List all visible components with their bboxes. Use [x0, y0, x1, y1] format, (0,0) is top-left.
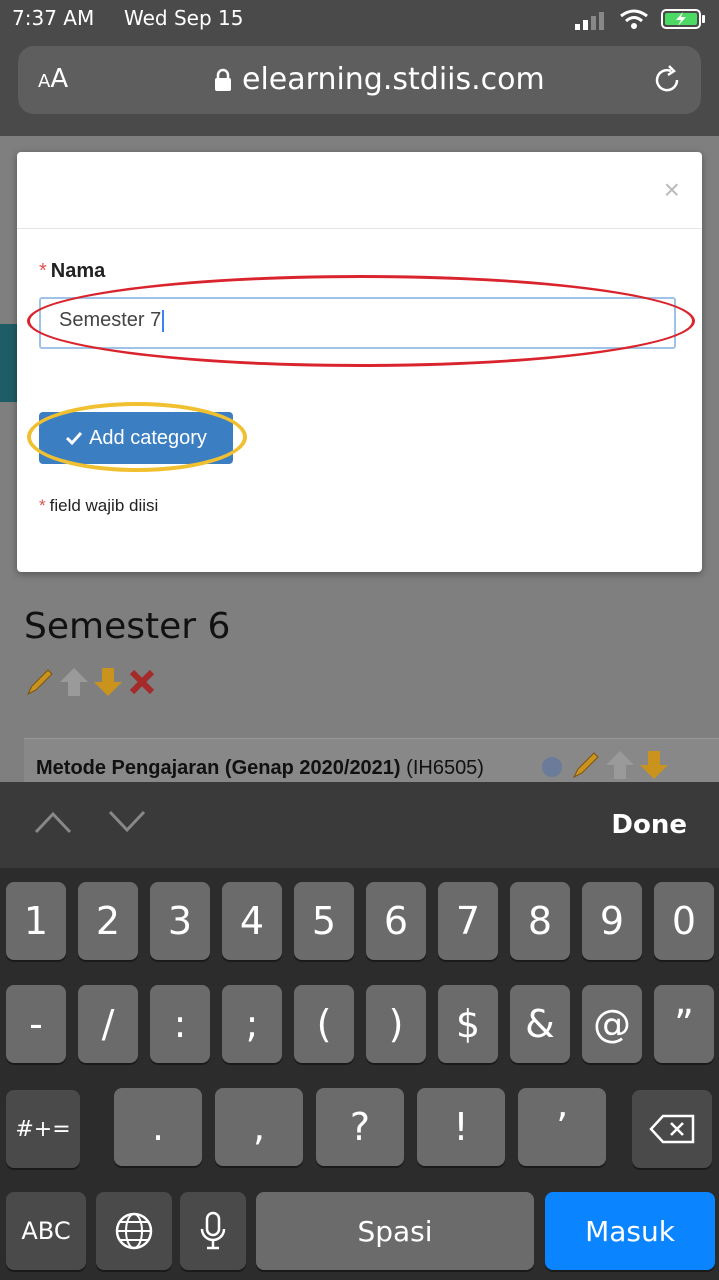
key-2[interactable]: 3 — [150, 882, 210, 960]
key-9[interactable]: 0 — [654, 882, 714, 960]
key-6[interactable]: 7 — [438, 882, 498, 960]
battery-charging-icon — [661, 9, 705, 29]
key-7[interactable]: & — [510, 985, 570, 1063]
key-3[interactable]: ; — [222, 985, 282, 1063]
status-bar: 7:37 AM Wed Sep 15 — [0, 0, 719, 40]
return-key[interactable]: Masuk — [545, 1192, 715, 1270]
section-title: Semester 6 — [24, 606, 231, 647]
backspace-icon — [649, 1114, 695, 1144]
status-date: Wed Sep 15 — [124, 6, 244, 30]
nama-label: * Nama — [39, 260, 106, 282]
modal-header: × — [17, 152, 702, 229]
delete-icon[interactable] — [126, 666, 158, 698]
add-category-modal: × * Nama Semester 7 Add category * field w… — [17, 152, 702, 572]
status-time: 7:37 AM — [12, 6, 95, 30]
chevron-down-icon[interactable] — [108, 810, 146, 834]
globe-icon — [115, 1212, 153, 1250]
dictation-key[interactable] — [180, 1192, 246, 1270]
key-8[interactable]: 9 — [582, 882, 642, 960]
key-3[interactable]: ! — [417, 1088, 505, 1166]
key-7[interactable]: 8 — [510, 882, 570, 960]
backspace-key[interactable] — [632, 1090, 712, 1168]
globe-key[interactable] — [96, 1192, 172, 1270]
key-6[interactable]: $ — [438, 985, 498, 1063]
status-icons — [573, 8, 707, 30]
required-asterisk: * — [39, 260, 47, 282]
settings-icon[interactable] — [536, 749, 568, 781]
chevron-up-icon[interactable] — [34, 810, 72, 834]
section-actions — [24, 666, 158, 698]
address-bar[interactable]: AA elearning.stdiis.com — [18, 46, 701, 114]
key-0[interactable]: 1 — [6, 882, 66, 960]
key-4[interactable]: ’ — [518, 1088, 606, 1166]
url-text: elearning.stdiis.com — [242, 62, 545, 97]
key-5[interactable]: ) — [366, 985, 426, 1063]
key-2[interactable]: : — [150, 985, 210, 1063]
arrow-up-icon[interactable] — [604, 749, 636, 781]
done-button[interactable]: Done — [611, 810, 687, 840]
wifi-icon — [620, 9, 648, 29]
key-9[interactable]: ” — [654, 985, 714, 1063]
key-3[interactable]: 4 — [222, 882, 282, 960]
key-1[interactable]: 2 — [78, 882, 138, 960]
key-0[interactable]: - — [6, 985, 66, 1063]
arrow-up-icon[interactable] — [58, 666, 90, 698]
key-1[interactable]: / — [78, 985, 138, 1063]
pencil-icon[interactable] — [570, 749, 602, 781]
browser-toolbar: AA elearning.stdiis.com — [0, 40, 719, 136]
keyboard-accessory-bar: Done — [0, 782, 719, 868]
key-5[interactable]: 6 — [366, 882, 426, 960]
close-icon[interactable]: × — [664, 174, 680, 206]
key-8[interactable]: @ — [582, 985, 642, 1063]
space-key[interactable]: Spasi — [256, 1192, 534, 1270]
key-4[interactable]: ( — [294, 985, 354, 1063]
course-actions — [536, 749, 670, 781]
url-display[interactable]: elearning.stdiis.com — [214, 62, 545, 97]
highlight-oval-yellow — [27, 402, 247, 472]
highlight-oval-red — [27, 275, 695, 367]
arrow-down-icon[interactable] — [92, 666, 124, 698]
lock-icon — [215, 68, 231, 91]
abc-key[interactable]: ABC — [6, 1192, 86, 1270]
course-row[interactable]: Metode Pengajaran (Genap 2020/2021) (IH6… — [24, 738, 719, 783]
microphone-icon — [200, 1211, 226, 1250]
pencil-icon[interactable] — [24, 666, 56, 698]
reader-text-size-button[interactable]: AA — [38, 64, 68, 94]
course-title: Metode Pengajaran (Genap 2020/2021) (IH6… — [36, 757, 484, 779]
required-note: * field wajib diisi — [39, 496, 159, 515]
symbols-mode-key[interactable]: #+= — [6, 1090, 80, 1168]
key-2[interactable]: ? — [316, 1088, 404, 1166]
arrow-down-icon[interactable] — [638, 749, 670, 781]
key-0[interactable]: . — [114, 1088, 202, 1166]
cellular-signal-icon — [575, 12, 604, 30]
reload-icon[interactable] — [651, 64, 683, 96]
sidebar-edge — [0, 324, 18, 402]
key-1[interactable]: , — [215, 1088, 303, 1166]
onscreen-keyboard: Done 1234567890 - /:;() $ & @” .,?!’ #+= ABC… — [0, 782, 719, 1280]
key-4[interactable]: 5 — [294, 882, 354, 960]
